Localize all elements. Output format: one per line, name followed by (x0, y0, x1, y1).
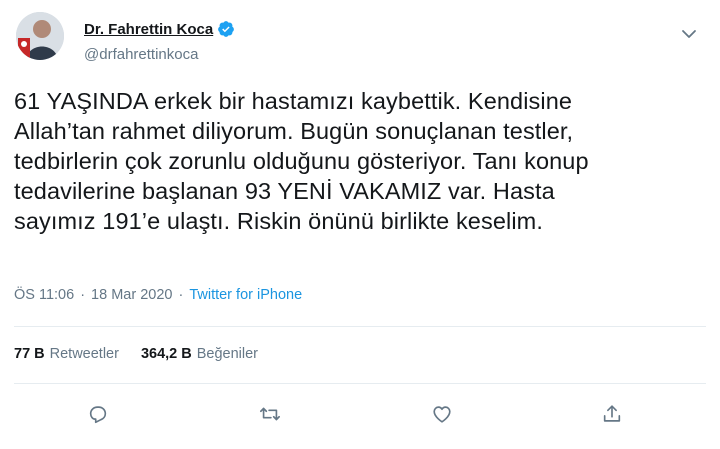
meta-separator: · (80, 287, 86, 303)
divider (14, 326, 706, 327)
like-button[interactable] (428, 400, 456, 428)
reply-icon (89, 406, 107, 424)
tweet-text: 61 YAŞINDA erkek bir hastamızı kaybettik… (14, 88, 589, 234)
tweet-stats: 77 B Retweetler 364,2 B Beğeniler (14, 346, 280, 362)
chevron-down-icon (682, 30, 696, 38)
likes-count: 364,2 B (140, 346, 192, 362)
tweet-card: Dr. Fahrettin Koca @drfahrettinkoca 61 Y… (0, 0, 720, 449)
retweet-button[interactable] (256, 400, 284, 428)
reply-button[interactable] (84, 400, 112, 428)
author-handle[interactable]: @drfahrettinkoca (84, 46, 198, 63)
share-icon (603, 405, 621, 422)
retweets-stat[interactable]: 77 B Retweetler (14, 346, 119, 362)
divider (14, 383, 706, 384)
heart-icon (433, 406, 451, 423)
author-name[interactable]: Dr. Fahrettin Koca (84, 21, 213, 38)
retweets-count: 77 B (14, 346, 45, 362)
avatar[interactable] (16, 12, 64, 60)
retweets-label: Retweetler (49, 346, 119, 362)
tweet-source-link[interactable]: Twitter for iPhone (189, 287, 302, 303)
more-options-button[interactable] (679, 24, 699, 44)
likes-stat[interactable]: 364,2 B Beğeniler (141, 346, 258, 362)
action-bar (0, 400, 720, 428)
avatar-image (16, 12, 64, 60)
tweet-meta: ÖS 11:06 · 18 Mar 2020 · Twitter for iPh… (14, 287, 302, 303)
share-button[interactable] (598, 400, 626, 428)
verified-badge-icon (218, 21, 235, 37)
retweet-icon (260, 407, 280, 421)
tweet-date[interactable]: 18 Mar 2020 (91, 287, 172, 303)
tweet-time[interactable]: ÖS 11:06 (14, 287, 74, 303)
meta-separator: · (178, 287, 184, 303)
likes-label: Beğeniler (196, 346, 259, 362)
